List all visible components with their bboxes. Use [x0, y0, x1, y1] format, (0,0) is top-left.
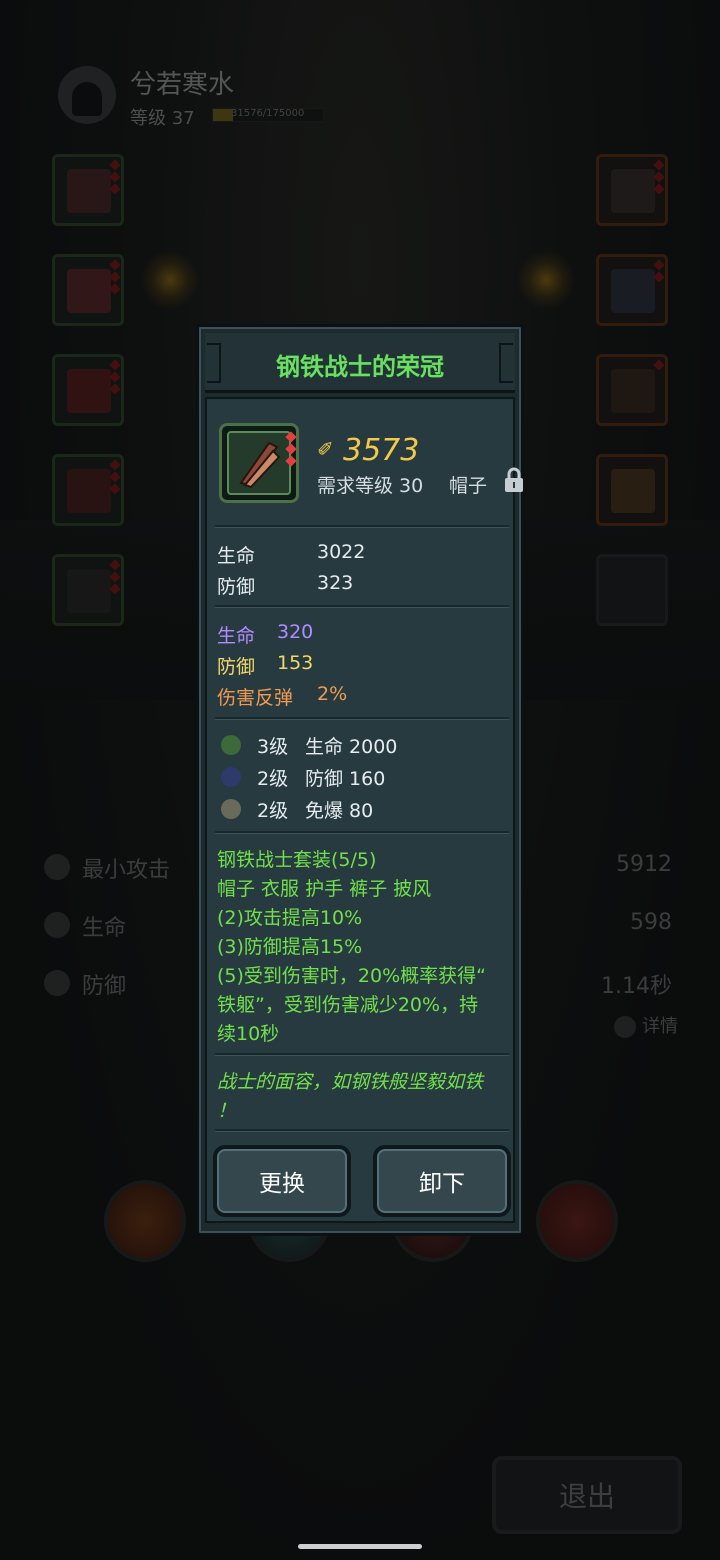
- item-detail-panel: 钢铁战士的荣冠 ✐ 3573 需求等级 30 帽子 生命 3022 防御 323: [196, 324, 524, 1236]
- set-bonus-5: (5)受到伤害时，20%概率获得“: [217, 965, 486, 987]
- gem-level: 3级: [257, 736, 289, 758]
- gem-level: 2级: [257, 800, 289, 822]
- divider: [215, 1129, 509, 1132]
- item-slot-type: 帽子: [449, 475, 488, 497]
- gem-white-icon: [221, 799, 241, 819]
- gem-effect: 生命 2000: [305, 736, 398, 758]
- divider: [215, 717, 509, 720]
- base-stat-value: 3022: [317, 541, 366, 563]
- item-title: 钢铁战士的荣冠: [276, 353, 444, 381]
- item-icon: [219, 423, 299, 503]
- gem-level: 2级: [257, 768, 289, 790]
- set-bonus-3: (3)防御提高15%: [217, 936, 363, 958]
- base-stat-value: 323: [317, 572, 354, 594]
- item-title-bar: 钢铁战士的荣冠: [205, 333, 515, 393]
- extra-stat-label: 伤害反弹: [217, 687, 294, 709]
- home-indicator[interactable]: [298, 1544, 422, 1549]
- flavor-text: ！: [217, 1100, 237, 1122]
- replace-button[interactable]: 更换: [213, 1145, 351, 1217]
- extra-stat-value: 2%: [317, 683, 348, 705]
- set-bonus-5: 铁躯”，受到伤害减少20%，持: [217, 994, 479, 1016]
- extra-stat-label: 防御: [217, 656, 256, 678]
- lock-icon[interactable]: [503, 467, 525, 498]
- set-bonus-5: 续10秒: [217, 1023, 280, 1045]
- set-bonus-2: (2)攻击提高10%: [217, 907, 363, 929]
- gem-effect: 防御 160: [305, 768, 386, 790]
- gem-blue-icon: [221, 767, 241, 787]
- item-score: 3573: [343, 433, 420, 468]
- divider: [215, 831, 509, 834]
- extra-stat-value: 153: [277, 652, 314, 674]
- gem-effect: 免爆 80: [305, 800, 374, 822]
- unequip-button[interactable]: 卸下: [373, 1145, 511, 1217]
- required-level: 需求等级 30: [317, 475, 424, 497]
- item-detail-body: ✐ 3573 需求等级 30 帽子 生命 3022 防御 323 生命 320 …: [205, 397, 523, 1223]
- set-pieces: 帽子 衣服 护手 裤子 披风: [217, 878, 432, 900]
- flavor-text: 战士的面容，如钢铁般坚毅如铁: [217, 1071, 484, 1093]
- base-stat-label: 生命: [217, 545, 256, 567]
- divider: [215, 1053, 509, 1056]
- extra-stat-label: 生命: [217, 625, 256, 647]
- divider: [215, 605, 509, 608]
- extra-stat-value: 320: [277, 621, 314, 643]
- base-stat-label: 防御: [217, 576, 256, 598]
- set-name: 钢铁战士套装(5/5): [217, 849, 377, 871]
- crown-icon: [227, 431, 297, 495]
- divider: [215, 525, 509, 528]
- power-icon: ✐: [317, 437, 334, 461]
- gem-green-icon: [221, 735, 241, 755]
